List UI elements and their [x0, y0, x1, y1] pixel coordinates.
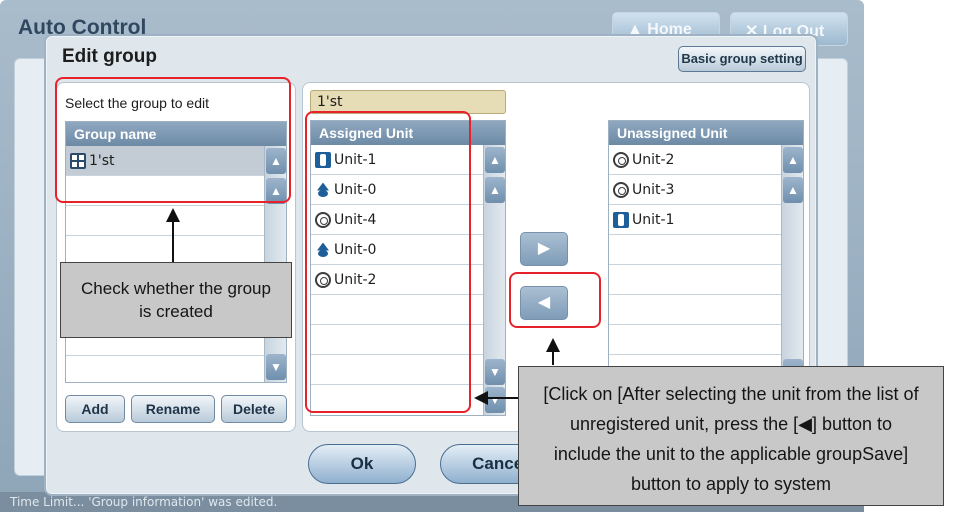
note-line: Check whether the group [81, 279, 271, 298]
assigned-list-scrollbar[interactable]: ▲ ▲ ▼ ▼ [483, 145, 505, 415]
list-item[interactable] [609, 325, 781, 355]
list-item[interactable]: Unit-2 [609, 145, 781, 175]
scroll-bottom-icon[interactable]: ▼ [266, 354, 286, 380]
list-item-label: Unit-1 [632, 211, 675, 228]
ok-button[interactable]: Ok [308, 444, 416, 484]
list-item[interactable] [66, 356, 264, 386]
list-item[interactable] [66, 206, 264, 236]
note-line: unregistered unit, press the [◀] button … [569, 414, 893, 434]
ahu-icon [613, 181, 629, 198]
scroll-top-icon[interactable]: ▲ [783, 147, 803, 173]
list-item[interactable]: Unit-3 [609, 175, 781, 205]
list-item[interactable]: Unit-1 [609, 205, 781, 235]
indoor-unit-icon [613, 211, 629, 228]
scroll-up-icon[interactable]: ▲ [783, 177, 803, 203]
list-item[interactable] [609, 265, 781, 295]
arrow-right-icon: ▶ [537, 240, 551, 257]
unassigned-list-header: Unassigned Unit [609, 121, 803, 145]
list-item[interactable] [609, 235, 781, 265]
highlight-assign-button [509, 272, 601, 328]
scroll-up-icon[interactable]: ▲ [485, 177, 505, 203]
scroll-down-icon[interactable]: ▼ [485, 359, 505, 385]
highlight-assigned-list [305, 111, 471, 413]
note-line: button to apply to system [630, 474, 832, 494]
scroll-top-icon[interactable]: ▲ [485, 147, 505, 173]
note-line: [Click on [After selecting the unit from… [543, 384, 919, 404]
rename-button[interactable]: Rename [131, 395, 215, 423]
note-assign-instructions: [Click on [After selecting the unit from… [518, 366, 944, 506]
list-item-label: Unit-3 [632, 181, 675, 198]
highlight-group-list [55, 77, 291, 203]
note-line: include the unit to the applicable group… [553, 444, 909, 464]
delete-button[interactable]: Delete [221, 395, 287, 423]
note-line: is created [139, 302, 213, 321]
basic-group-setting-button[interactable]: Basic group setting [678, 46, 806, 72]
ahu-icon [613, 151, 629, 168]
dialog-title: Edit group [62, 46, 157, 67]
scroll-bottom-icon[interactable]: ▼ [485, 387, 505, 413]
list-item-label: Unit-2 [632, 151, 675, 168]
add-button[interactable]: Add [65, 395, 125, 423]
list-item[interactable] [609, 295, 781, 325]
note-check-group: Check whether the group is created [60, 262, 292, 338]
unassign-arrow-button[interactable]: ▶ [520, 232, 568, 266]
